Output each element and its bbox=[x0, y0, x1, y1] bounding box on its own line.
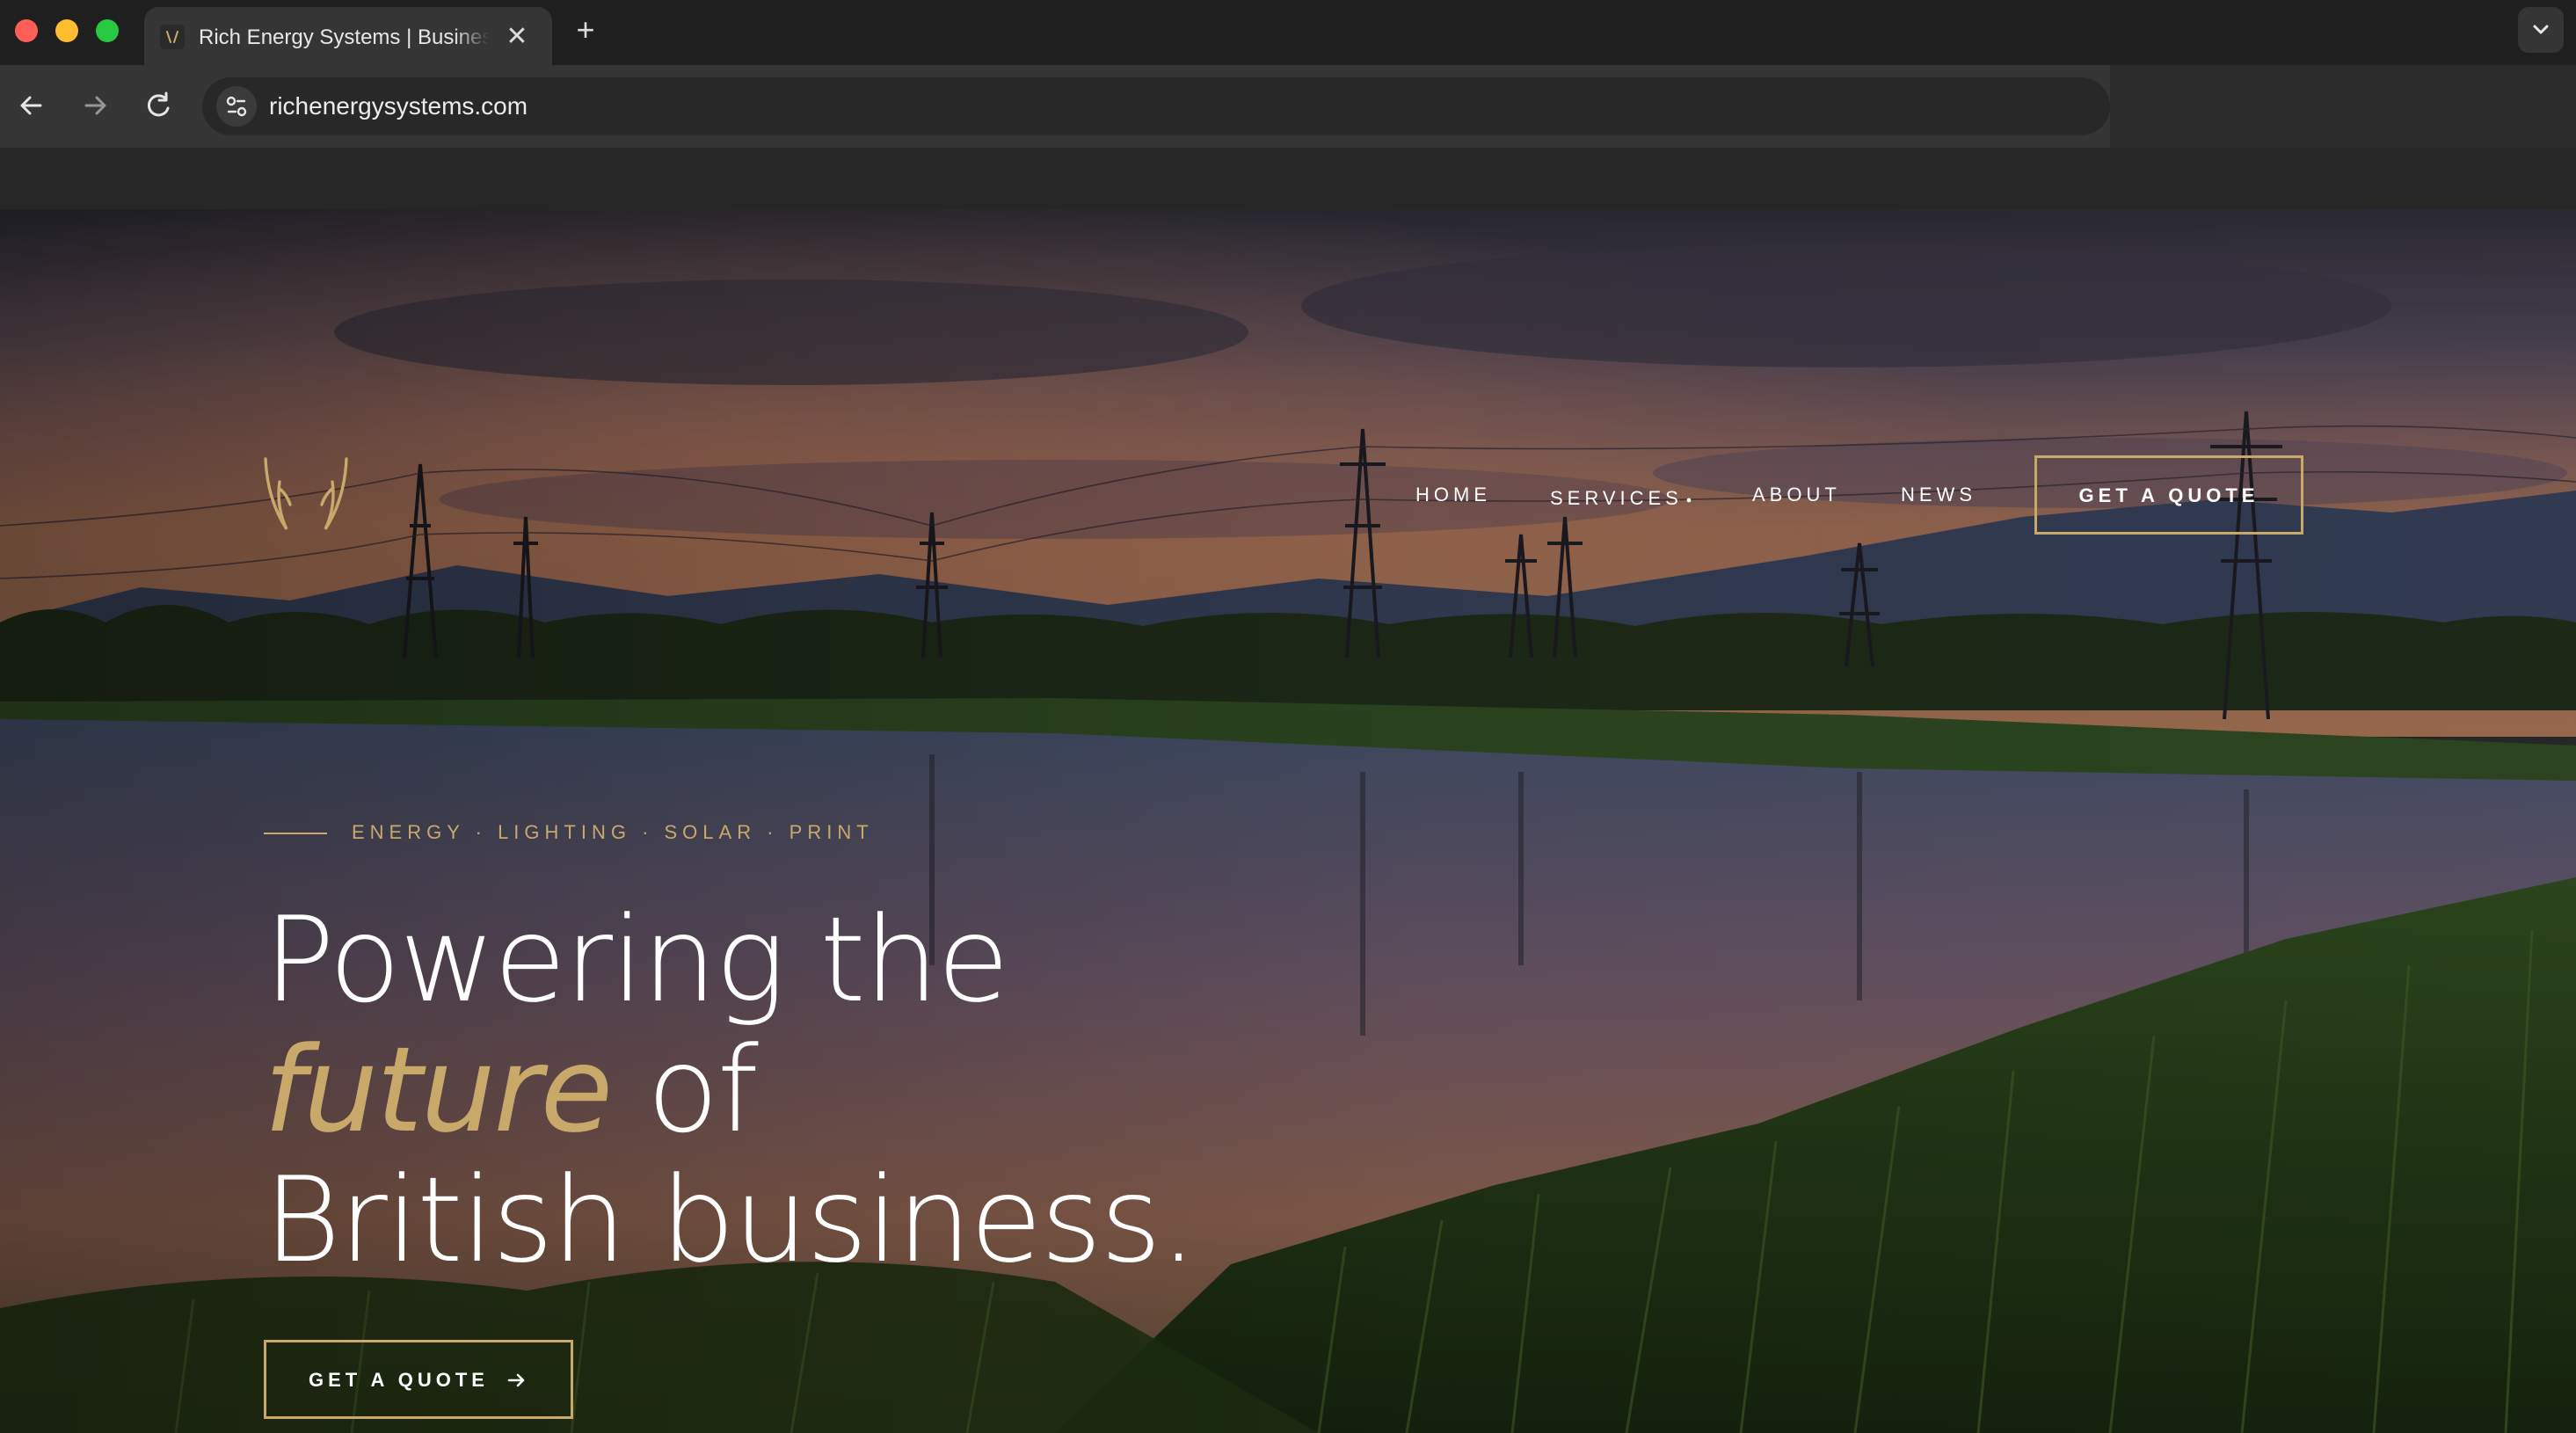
back-button[interactable] bbox=[12, 86, 51, 125]
headline-line-2: future of bbox=[264, 1025, 1319, 1155]
browser-tab-active[interactable]: Rich Energy Systems | Business Energy ✕ bbox=[144, 7, 552, 65]
antler-logo-icon[interactable] bbox=[260, 455, 352, 536]
window-maximize-button[interactable] bbox=[96, 19, 119, 42]
chevron-down-icon[interactable] bbox=[1685, 494, 1692, 506]
nav-news-link[interactable]: NEWS bbox=[1901, 482, 1976, 508]
headline-line-3: British business. bbox=[264, 1152, 1197, 1289]
new-tab-button[interactable]: + bbox=[568, 12, 603, 47]
headline-line-2-rest: of bbox=[611, 1022, 759, 1159]
arrow-right-icon bbox=[506, 1367, 528, 1393]
arrow-left-icon bbox=[20, 96, 42, 115]
nav-services-link[interactable]: SERVICES bbox=[1550, 485, 1683, 512]
favicon-icon bbox=[160, 25, 185, 49]
arrow-right-icon bbox=[84, 96, 106, 115]
kicker-rule bbox=[264, 833, 327, 834]
window-minimize-button[interactable] bbox=[55, 19, 78, 42]
hero-get-quote-label: GET A QUOTE bbox=[309, 1369, 489, 1391]
browser-toolbar: richenergysystems.com bbox=[0, 65, 2576, 148]
hero-kicker: ENERGY · LIGHTING · SOLAR · PRINT bbox=[352, 821, 874, 843]
tab-close-icon[interactable]: ✕ bbox=[499, 19, 535, 55]
forward-button[interactable] bbox=[76, 86, 114, 125]
url-text[interactable]: richenergysystems.com bbox=[269, 92, 528, 120]
hero-section: HOME SERVICES ABOUT NEWS GET A QUOTE ENE… bbox=[0, 209, 2576, 1433]
tab-search-button[interactable] bbox=[2518, 7, 2564, 53]
headline-accent-word: future bbox=[264, 1022, 613, 1159]
page-top-band bbox=[0, 148, 2576, 209]
reload-icon bbox=[147, 91, 170, 117]
address-bar[interactable]: richenergysystems.com bbox=[202, 77, 2307, 135]
web-page: HOME SERVICES ABOUT NEWS GET A QUOTE ENE… bbox=[0, 148, 2576, 1433]
tune-icon bbox=[226, 96, 247, 117]
nav-home-link[interactable]: HOME bbox=[1415, 482, 1491, 508]
nav-get-quote-label: GET A QUOTE bbox=[2078, 484, 2259, 506]
site-info-button[interactable] bbox=[216, 86, 257, 127]
hero-get-quote-button[interactable]: GET A QUOTE bbox=[264, 1340, 573, 1419]
chevron-down-icon bbox=[2533, 25, 2549, 34]
window-close-button[interactable] bbox=[15, 19, 38, 42]
toolbar-extension-area bbox=[2110, 65, 2576, 148]
browser-tab-strip: Rich Energy Systems | Business Energy ✕ … bbox=[0, 0, 2576, 65]
main-navigation: HOME SERVICES ABOUT NEWS GET A QUOTE bbox=[1389, 455, 2303, 535]
hero-headline: Powering the future of British business. bbox=[264, 895, 1319, 1285]
nav-about-link[interactable]: ABOUT bbox=[1752, 482, 1841, 508]
headline-line-1: Powering the bbox=[264, 891, 1009, 1029]
tab-title: Rich Energy Systems | Business Energy bbox=[199, 24, 489, 52]
nav-get-quote-button[interactable]: GET A QUOTE bbox=[2034, 455, 2303, 535]
reload-button[interactable] bbox=[139, 86, 178, 125]
